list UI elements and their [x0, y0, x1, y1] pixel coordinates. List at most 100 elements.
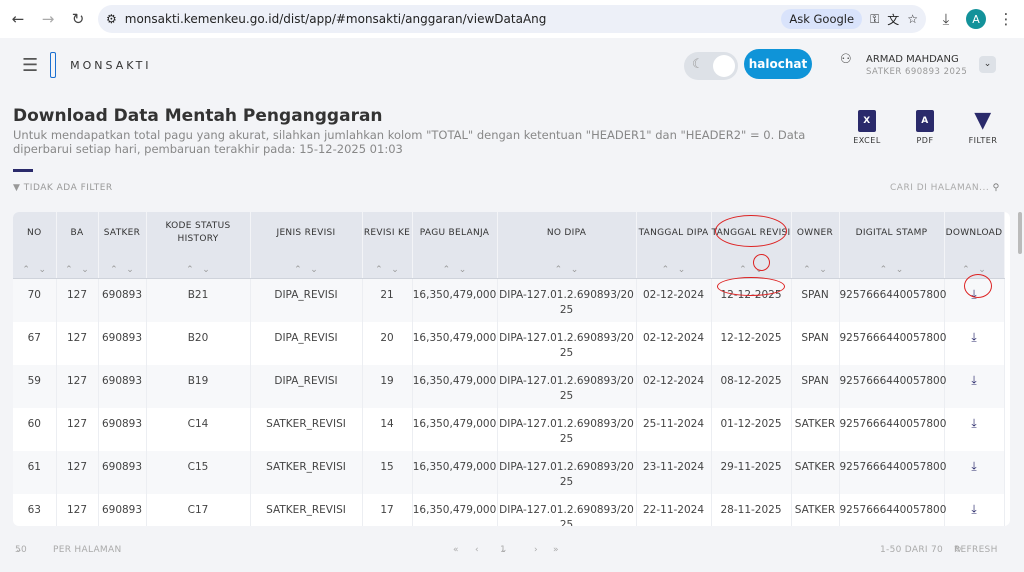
- sort-asc-icon[interactable]: ⌃: [443, 265, 451, 275]
- hamburger-menu-icon[interactable]: ☰: [22, 55, 38, 76]
- table-cell: 16,350,479,000: [412, 407, 498, 451]
- table-cell: 16,350,479,000: [412, 450, 498, 494]
- filter-button[interactable]: ▼ FILTER: [963, 110, 1003, 146]
- table-cell: 01-12-2025: [711, 407, 792, 451]
- profile-avatar[interactable]: A: [966, 9, 986, 29]
- table-cell: 690893: [98, 493, 147, 526]
- sort-controls[interactable]: ⌃ ⌄: [13, 254, 57, 279]
- column-header: KODE STATUS HISTORY: [146, 212, 251, 254]
- back-icon[interactable]: ←: [8, 10, 28, 28]
- annotation-circle: [964, 274, 992, 298]
- sort-desc-icon[interactable]: ⌄: [81, 265, 89, 275]
- sort-asc-icon[interactable]: ⌃: [294, 265, 302, 275]
- download-cell: ⤓: [944, 321, 1005, 365]
- download-icon[interactable]: ⤓: [968, 503, 980, 515]
- download-icon[interactable]: ⤓: [968, 460, 980, 472]
- sort-desc-icon[interactable]: ⌄: [459, 265, 467, 275]
- export-excel-button[interactable]: X EXCEL: [847, 110, 887, 145]
- bookmark-star-icon[interactable]: ☆: [907, 12, 918, 26]
- table-cell: B19: [146, 364, 251, 408]
- sort-asc-icon[interactable]: ⌃: [22, 265, 30, 275]
- last-page-button[interactable]: »: [553, 545, 559, 555]
- site-info-icon[interactable]: ⚙: [106, 12, 117, 26]
- sort-desc-icon[interactable]: ⌄: [126, 265, 134, 275]
- sort-desc-icon[interactable]: ⌄: [310, 265, 318, 275]
- sort-asc-icon[interactable]: ⌃: [186, 265, 194, 275]
- table-cell: 61: [13, 450, 57, 494]
- search-placeholder: CARI DI HALAMAN...: [890, 183, 990, 193]
- prev-page-button[interactable]: ‹: [475, 545, 479, 555]
- download-icon[interactable]: ⤓: [968, 374, 980, 386]
- filter-status: ▼ TIDAK ADA FILTER: [13, 183, 113, 193]
- address-bar[interactable]: ⚙ monsakti.kemenkeu.go.id/dist/app/#mons…: [98, 5, 926, 33]
- table-row: 70 127 690893 B21 DIPA_REVISI 21 16,350,479,00…: [13, 278, 1005, 322]
- column-header: PAGU BELANJA: [412, 212, 498, 254]
- table-cell: 127: [56, 407, 99, 451]
- download-icon[interactable]: ⤓: [936, 10, 956, 28]
- theme-toggle[interactable]: ☾: [684, 52, 738, 80]
- table-cell: SATKER: [791, 407, 840, 451]
- sort-controls[interactable]: ⌃ ⌄: [98, 254, 147, 279]
- sort-controls[interactable]: ⌃ ⌄: [250, 254, 363, 279]
- sort-controls[interactable]: ⌃ ⌄: [412, 254, 498, 279]
- download-icon[interactable]: ⤓: [968, 417, 980, 429]
- table-row: 67 127 690893 B20 DIPA_REVISI 20 16,350,479,00…: [13, 321, 1005, 365]
- password-key-icon[interactable]: ⚿: [870, 12, 879, 27]
- table-cell: 59: [13, 364, 57, 408]
- export-pdf-button[interactable]: A PDF: [905, 110, 945, 145]
- sort-controls[interactable]: ⌃ ⌄: [839, 254, 945, 279]
- sort-asc-icon[interactable]: ⌃: [110, 265, 118, 275]
- forward-icon[interactable]: →: [38, 10, 58, 28]
- sort-asc-icon[interactable]: ⌃: [662, 265, 670, 275]
- sort-controls[interactable]: ⌃ ⌄: [636, 254, 712, 279]
- user-icon: ⚇: [840, 52, 852, 67]
- table-cell: 02-12-2024: [636, 278, 712, 322]
- sort-desc-icon[interactable]: ⌄: [391, 265, 399, 275]
- sort-controls[interactable]: ⌃ ⌄: [497, 254, 637, 279]
- table-cell: SATKER_REVISI: [250, 493, 363, 526]
- title-underline: [13, 169, 33, 172]
- per-page-select[interactable]: 50 ⌄: [15, 545, 27, 555]
- user-menu-dropdown[interactable]: ⌄: [979, 56, 996, 73]
- sort-asc-icon[interactable]: ⌃: [65, 265, 73, 275]
- sort-asc-icon[interactable]: ⌃: [803, 265, 811, 275]
- sort-asc-icon[interactable]: ⌃: [739, 265, 747, 275]
- column-header: NO DIPA: [497, 212, 637, 254]
- sort-desc-icon[interactable]: ⌄: [39, 265, 47, 275]
- sort-asc-icon[interactable]: ⌃: [555, 265, 563, 275]
- sort-controls[interactable]: ⌃ ⌄: [146, 254, 251, 279]
- pdf-label: PDF: [916, 136, 934, 145]
- halochat-button[interactable]: halochat: [744, 49, 812, 79]
- sort-controls[interactable]: ⌃ ⌄: [791, 254, 840, 279]
- menu-kebab-icon[interactable]: ⋮: [996, 10, 1016, 28]
- url-text[interactable]: monsakti.kemenkeu.go.id/dist/app/#monsak…: [125, 12, 547, 26]
- table-cell: 9257666440057800: [839, 278, 946, 322]
- user-satker: SATKER 690893 2025: [866, 67, 968, 77]
- table-cell: DIPA-127.01.2.690893/2025: [497, 364, 637, 408]
- reload-icon[interactable]: ↻: [68, 10, 88, 28]
- table-cell: 690893: [98, 278, 147, 322]
- sort-desc-icon[interactable]: ⌄: [819, 265, 827, 275]
- ask-google-button[interactable]: Ask Google: [781, 9, 863, 29]
- sort-controls[interactable]: ⌃ ⌄: [711, 254, 792, 279]
- sort-controls[interactable]: ⌃ ⌄: [362, 254, 413, 279]
- sort-asc-icon[interactable]: ⌃: [375, 265, 383, 275]
- translate-icon[interactable]: 文: [887, 11, 899, 28]
- table-scrollbar[interactable]: [1018, 212, 1022, 254]
- sort-desc-icon[interactable]: ⌄: [896, 265, 904, 275]
- sort-desc-icon[interactable]: ⌄: [202, 265, 210, 275]
- sort-asc-icon[interactable]: ⌃: [962, 265, 970, 275]
- sort-controls[interactable]: ⌃ ⌄: [56, 254, 99, 279]
- page-range: 1-50 DARI 70: [880, 545, 944, 555]
- table-cell: 16,350,479,000: [412, 278, 498, 322]
- next-page-button[interactable]: ›: [534, 545, 538, 555]
- sort-asc-icon[interactable]: ⌃: [880, 265, 888, 275]
- first-page-button[interactable]: «: [453, 545, 459, 555]
- table-cell: DIPA-127.01.2.690893/2025: [497, 278, 637, 322]
- page-select[interactable]: 1 ⌄: [500, 545, 508, 555]
- table-cell: C15: [146, 450, 251, 494]
- sort-desc-icon[interactable]: ⌄: [571, 265, 579, 275]
- search-input[interactable]: CARI DI HALAMAN... ⚲: [890, 183, 1000, 193]
- download-icon[interactable]: ⤓: [968, 331, 980, 343]
- sort-desc-icon[interactable]: ⌄: [678, 265, 686, 275]
